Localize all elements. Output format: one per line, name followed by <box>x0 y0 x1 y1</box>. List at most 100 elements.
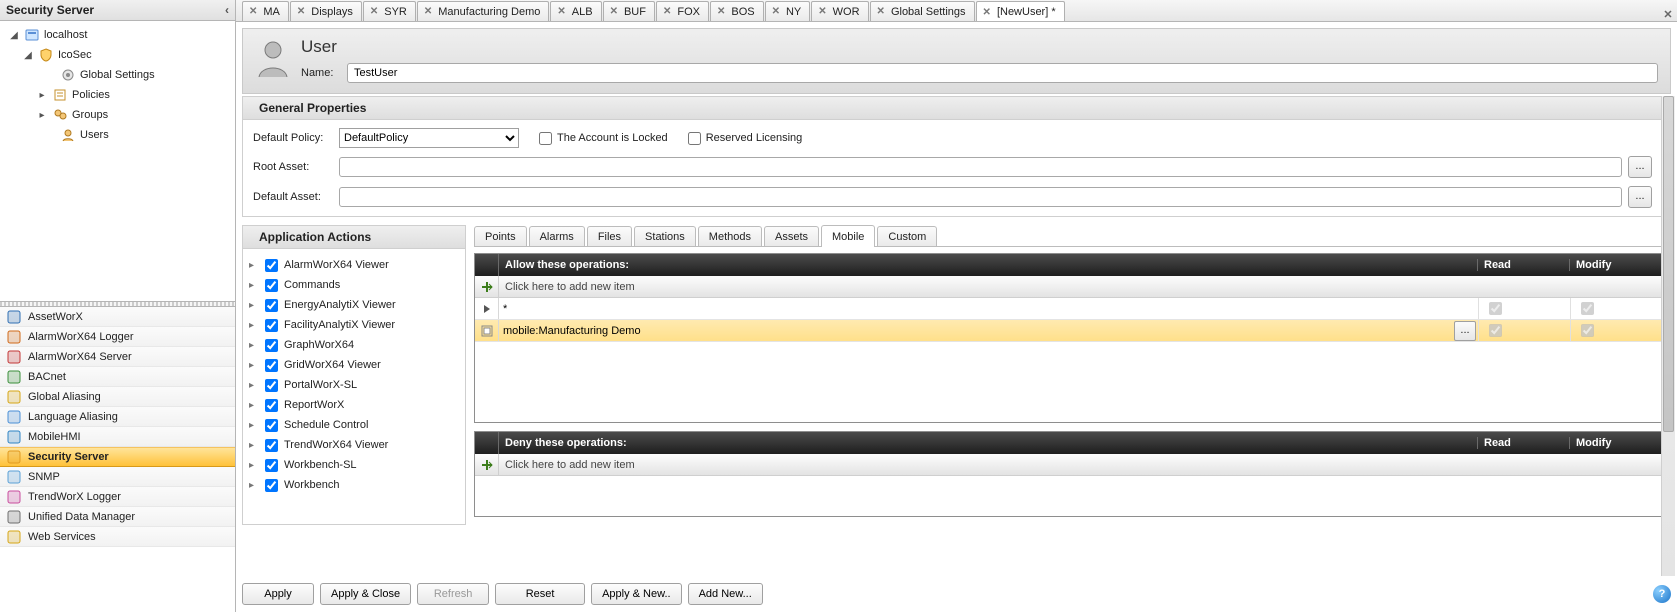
document-tab[interactable]: ✕NY <box>765 1 811 21</box>
apply-close-button[interactable]: Apply & Close <box>320 583 411 605</box>
application-action-item[interactable]: ▸GraphWorX64 <box>249 335 459 355</box>
read-checkbox[interactable] <box>1489 302 1502 315</box>
module-nav-item[interactable]: SNMP <box>0 467 235 487</box>
permission-tab[interactable]: Points <box>474 226 527 246</box>
close-tab-icon[interactable]: ✕ <box>610 6 618 17</box>
close-tab-icon[interactable]: ✕ <box>663 6 671 17</box>
application-action-item[interactable]: ▸Workbench <box>249 475 459 495</box>
expander-icon[interactable]: ▸ <box>249 260 261 271</box>
root-asset-input[interactable] <box>339 157 1622 177</box>
permission-tab[interactable]: Custom <box>877 226 937 246</box>
permission-tab[interactable]: Stations <box>634 226 696 246</box>
application-action-item[interactable]: ▸PortalWorX-SL <box>249 375 459 395</box>
permission-tab[interactable]: Mobile <box>821 225 875 247</box>
module-nav-item[interactable]: Web Services <box>0 527 235 547</box>
application-action-item[interactable]: ▸Schedule Control <box>249 415 459 435</box>
help-icon[interactable]: ? <box>1653 585 1671 603</box>
application-action-checkbox[interactable] <box>265 299 278 312</box>
module-nav-item[interactable]: AssetWorX <box>0 307 235 327</box>
application-action-item[interactable]: ▸TrendWorX64 Viewer <box>249 435 459 455</box>
root-asset-browse-button[interactable]: ... <box>1628 156 1652 178</box>
expander-icon[interactable]: ◢ <box>22 50 34 61</box>
module-nav-item[interactable]: BACnet <box>0 367 235 387</box>
module-nav-item[interactable]: AlarmWorX64 Server <box>0 347 235 367</box>
expander-icon[interactable]: ▸ <box>36 110 48 121</box>
expander-icon[interactable]: ▸ <box>249 440 261 451</box>
refresh-button[interactable]: Refresh <box>417 583 489 605</box>
application-action-checkbox[interactable] <box>265 259 278 272</box>
expander-icon[interactable]: ▸ <box>249 420 261 431</box>
permission-tab[interactable]: Files <box>587 226 632 246</box>
module-nav-item[interactable]: MobileHMI <box>0 427 235 447</box>
read-checkbox[interactable] <box>1489 324 1502 337</box>
close-tab-icon[interactable]: ✕ <box>297 6 305 17</box>
tree-node-icosec[interactable]: ◢ IcoSec <box>8 45 235 65</box>
application-action-checkbox[interactable] <box>265 359 278 372</box>
reserved-licensing-checkbox[interactable] <box>688 132 701 145</box>
application-action-checkbox[interactable] <box>265 459 278 472</box>
operation-value-input[interactable] <box>499 320 1452 341</box>
row-selector-icon[interactable] <box>475 298 499 319</box>
permission-tab[interactable]: Alarms <box>529 226 585 246</box>
document-tab[interactable]: ✕SYR <box>363 1 416 21</box>
close-tab-icon[interactable]: ✕ <box>557 6 565 17</box>
operation-browse-button[interactable]: ... <box>1454 321 1476 341</box>
document-tab[interactable]: ✕FOX <box>656 1 709 21</box>
document-tab[interactable]: ✕MA <box>242 1 289 21</box>
application-action-item[interactable]: ▸Commands <box>249 275 459 295</box>
close-all-tabs-icon[interactable]: ✕ <box>1659 8 1677 21</box>
close-tab-icon[interactable]: ✕ <box>983 7 991 18</box>
document-tab[interactable]: ✕Global Settings <box>870 1 975 21</box>
document-tab[interactable]: ✕Manufacturing Demo <box>417 1 550 21</box>
modify-checkbox[interactable] <box>1581 302 1594 315</box>
modify-checkbox[interactable] <box>1581 324 1594 337</box>
expander-icon[interactable]: ▸ <box>36 90 48 101</box>
application-action-checkbox[interactable] <box>265 379 278 392</box>
close-tab-icon[interactable]: ✕ <box>370 6 378 17</box>
default-policy-select[interactable]: DefaultPolicy <box>339 128 519 148</box>
tree-node-policies[interactable]: ▸ Policies <box>8 85 235 105</box>
expander-icon[interactable]: ▸ <box>249 320 261 331</box>
allow-add-new-row[interactable]: Click here to add new item <box>475 276 1662 298</box>
document-tab[interactable]: ✕Displays <box>290 1 362 21</box>
tree-node-users[interactable]: Users <box>8 125 235 145</box>
application-action-item[interactable]: ▸ReportWorX <box>249 395 459 415</box>
expander-icon[interactable]: ◢ <box>8 30 20 41</box>
document-tab[interactable]: ✕BOS <box>710 1 764 21</box>
application-action-checkbox[interactable] <box>265 479 278 492</box>
expander-icon[interactable]: ▸ <box>249 480 261 491</box>
default-asset-input[interactable] <box>339 187 1622 207</box>
account-locked-checkbox[interactable] <box>539 132 552 145</box>
close-tab-icon[interactable]: ✕ <box>249 6 257 17</box>
module-nav-item[interactable]: Security Server <box>0 447 235 467</box>
application-action-checkbox[interactable] <box>265 279 278 292</box>
close-tab-icon[interactable]: ✕ <box>818 6 826 17</box>
application-action-checkbox[interactable] <box>265 339 278 352</box>
expander-icon[interactable]: ▸ <box>249 460 261 471</box>
permission-tab[interactable]: Methods <box>698 226 762 246</box>
expander-icon[interactable]: ▸ <box>249 300 261 311</box>
reset-button[interactable]: Reset <box>495 583 585 605</box>
operation-value-input[interactable] <box>499 298 1478 319</box>
close-tab-icon[interactable]: ✕ <box>717 6 725 17</box>
apply-button[interactable]: Apply <box>242 583 314 605</box>
application-action-item[interactable]: ▸AlarmWorX64 Viewer <box>249 255 459 275</box>
expander-icon[interactable]: ▸ <box>249 280 261 291</box>
application-action-item[interactable]: ▸FacilityAnalytiX Viewer <box>249 315 459 335</box>
close-tab-icon[interactable]: ✕ <box>772 6 780 17</box>
row-selector-icon[interactable] <box>475 320 499 341</box>
expander-icon[interactable]: ▸ <box>249 360 261 371</box>
apply-new-button[interactable]: Apply & New.. <box>591 583 681 605</box>
application-action-item[interactable]: ▸GridWorX64 Viewer <box>249 355 459 375</box>
document-tab[interactable]: ✕ALB <box>550 1 601 21</box>
close-tab-icon[interactable]: ✕ <box>424 6 432 17</box>
module-nav-item[interactable]: Global Aliasing <box>0 387 235 407</box>
collapse-panel-icon[interactable]: ‹ <box>225 3 229 17</box>
document-tab[interactable]: ✕[NewUser] * <box>976 1 1065 22</box>
tree-node-groups[interactable]: ▸ Groups <box>8 105 235 125</box>
allow-operation-row[interactable]: ... <box>475 320 1662 342</box>
vertical-scrollbar[interactable] <box>1661 96 1675 576</box>
module-nav-item[interactable]: TrendWorX Logger <box>0 487 235 507</box>
user-name-input[interactable] <box>347 63 1658 83</box>
deny-add-new-row[interactable]: Click here to add new item <box>475 454 1662 476</box>
